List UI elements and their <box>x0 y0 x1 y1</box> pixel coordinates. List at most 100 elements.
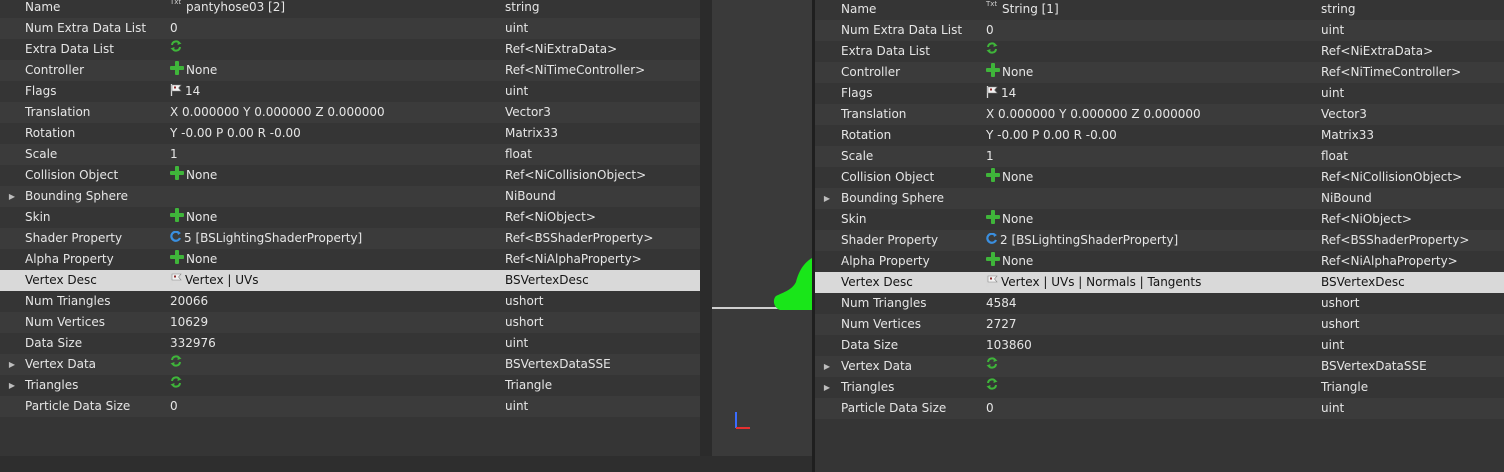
property-row-name[interactable]: Name Txt pantyhose03 [2] string <box>0 0 700 18</box>
property-row-shader-property[interactable]: Shader Property 5 [BSLightingShaderProper… <box>0 228 700 249</box>
property-row-flags[interactable]: Flags 14 uint <box>815 83 1504 104</box>
property-row-triangles[interactable]: ▶ Triangles Triangle <box>0 375 700 396</box>
property-name: Particle Data Size <box>25 399 131 413</box>
property-value[interactable]: 103860 <box>986 335 1032 356</box>
property-value[interactable]: 20066 <box>170 291 208 312</box>
property-row-particle-data-size[interactable]: Particle Data Size 0 uint <box>0 396 700 417</box>
property-row-scale[interactable]: Scale 1 float <box>0 144 700 165</box>
property-row-rotation[interactable]: Rotation Y -0.00 P 0.00 R -0.00 Matrix33 <box>0 123 700 144</box>
property-row-alpha-property[interactable]: Alpha Property None Ref<NiAlphaProperty> <box>815 251 1504 272</box>
property-row-skin[interactable]: Skin None Ref<NiObject> <box>0 207 700 228</box>
property-name: Num Triangles <box>25 294 111 308</box>
property-value[interactable]: Txt pantyhose03 [2] <box>170 0 285 18</box>
property-type: ushort <box>1321 296 1360 310</box>
property-value[interactable]: 0 <box>986 20 994 41</box>
property-value[interactable]: 1 <box>170 144 178 165</box>
property-value[interactable]: X 0.000000 Y 0.000000 Z 0.000000 <box>986 104 1201 125</box>
property-row-num-extra-data-list[interactable]: Num Extra Data List 0 uint <box>815 20 1504 41</box>
property-value[interactable]: 4584 <box>986 293 1017 314</box>
render-viewport[interactable] <box>712 0 812 456</box>
property-row-num-triangles[interactable]: Num Triangles 20066 ushort <box>0 291 700 312</box>
property-row-num-triangles[interactable]: Num Triangles 4584 ushort <box>815 293 1504 314</box>
left-block-details-panel[interactable]: Name Txt pantyhose03 [2] string Num Extra Da… <box>0 0 700 456</box>
property-value[interactable]: Y -0.00 P 0.00 R -0.00 <box>170 123 301 144</box>
property-type: BSVertexDataSSE <box>505 357 611 371</box>
property-value[interactable]: Y -0.00 P 0.00 R -0.00 <box>986 125 1117 146</box>
property-value[interactable]: None <box>170 207 217 228</box>
property-row-particle-data-size[interactable]: Particle Data Size 0 uint <box>815 398 1504 419</box>
property-row-controller[interactable]: Controller None Ref<NiTimeController> <box>0 60 700 81</box>
expand-arrow-icon[interactable]: ▶ <box>8 375 16 396</box>
property-value[interactable] <box>986 356 1000 377</box>
right-block-details-panel[interactable]: Name Txt String [1] string Num Extra Data Li… <box>815 0 1504 472</box>
property-value[interactable]: 5 [BSLightingShaderProperty] <box>170 228 362 249</box>
property-row-extra-data-list[interactable]: Extra Data List Ref<NiExtraData> <box>0 39 700 60</box>
property-value[interactable]: 10629 <box>170 312 208 333</box>
property-row-collision-object[interactable]: Collision Object None Ref<NiCollisionObjec… <box>0 165 700 186</box>
property-row-vertex-data[interactable]: ▶ Vertex Data BSVertexDataSSE <box>0 354 700 375</box>
property-value[interactable] <box>170 39 184 60</box>
expand-arrow-icon[interactable]: ▶ <box>823 356 831 377</box>
property-row-num-extra-data-list[interactable]: Num Extra Data List 0 uint <box>0 18 700 39</box>
property-row-bounding-sphere[interactable]: ▶ Bounding Sphere NiBound <box>815 188 1504 209</box>
property-name: Controller <box>25 63 85 77</box>
property-type: Matrix33 <box>1321 128 1375 142</box>
property-row-shader-property[interactable]: Shader Property 2 [BSLightingShaderProper… <box>815 230 1504 251</box>
property-value[interactable]: None <box>986 167 1033 188</box>
property-value[interactable] <box>986 41 1000 62</box>
property-value[interactable]: None <box>986 209 1033 230</box>
property-type: Ref<NiTimeController> <box>505 63 646 77</box>
property-value[interactable]: Vertex | UVs | Normals | Tangents <box>986 272 1201 293</box>
property-value[interactable]: 14 <box>170 81 200 102</box>
property-row-vertex-desc[interactable]: Vertex Desc Vertex | UVs BSVertexDesc <box>0 270 700 291</box>
property-value[interactable] <box>170 375 184 396</box>
property-row-extra-data-list[interactable]: Extra Data List Ref<NiExtraData> <box>815 41 1504 62</box>
property-row-name[interactable]: Name Txt String [1] string <box>815 0 1504 20</box>
property-value[interactable]: 14 <box>986 83 1016 104</box>
expand-arrow-icon[interactable]: ▶ <box>8 354 16 375</box>
property-row-translation[interactable]: Translation X 0.000000 Y 0.000000 Z 0.000… <box>815 104 1504 125</box>
property-row-scale[interactable]: Scale 1 float <box>815 146 1504 167</box>
refresh-blue-icon <box>170 230 182 243</box>
property-value[interactable] <box>986 377 1000 398</box>
property-row-flags[interactable]: Flags 14 uint <box>0 81 700 102</box>
property-row-triangles[interactable]: ▶ Triangles Triangle <box>815 377 1504 398</box>
property-row-num-vertices[interactable]: Num Vertices 2727 ushort <box>815 314 1504 335</box>
property-value[interactable]: 2727 <box>986 314 1017 335</box>
property-row-vertex-desc[interactable]: Vertex Desc Vertex | UVs | Normals | Tang… <box>815 272 1504 293</box>
property-row-controller[interactable]: Controller None Ref<NiTimeController> <box>815 62 1504 83</box>
property-row-num-vertices[interactable]: Num Vertices 10629 ushort <box>0 312 700 333</box>
property-value[interactable]: 1 <box>986 146 994 167</box>
property-row-vertex-data[interactable]: ▶ Vertex Data BSVertexDataSSE <box>815 356 1504 377</box>
property-value[interactable]: None <box>986 251 1033 272</box>
property-value[interactable]: X 0.000000 Y 0.000000 Z 0.000000 <box>170 102 385 123</box>
property-value[interactable]: None <box>170 165 217 186</box>
expand-arrow-icon[interactable]: ▶ <box>823 377 831 398</box>
property-name: Rotation <box>841 128 892 142</box>
property-row-bounding-sphere[interactable]: ▶ Bounding Sphere NiBound <box>0 186 700 207</box>
property-value[interactable]: 332976 <box>170 333 216 354</box>
property-type: uint <box>1321 338 1345 352</box>
property-row-data-size[interactable]: Data Size 332976 uint <box>0 333 700 354</box>
property-value[interactable]: Txt String [1] <box>986 0 1059 20</box>
property-row-data-size[interactable]: Data Size 103860 uint <box>815 335 1504 356</box>
property-value[interactable]: Vertex | UVs <box>170 270 259 291</box>
property-value[interactable]: None <box>170 60 217 81</box>
property-value[interactable] <box>170 354 184 375</box>
property-row-translation[interactable]: Translation X 0.000000 Y 0.000000 Z 0.000… <box>0 102 700 123</box>
property-value[interactable]: 0 <box>170 396 178 417</box>
plus-icon <box>986 209 1000 224</box>
property-value-text: 0 <box>986 23 994 37</box>
expand-arrow-icon[interactable]: ▶ <box>823 188 831 209</box>
property-row-collision-object[interactable]: Collision Object None Ref<NiCollisionObjec… <box>815 167 1504 188</box>
property-value[interactable]: 0 <box>170 18 178 39</box>
property-value[interactable]: 0 <box>986 398 994 419</box>
property-row-rotation[interactable]: Rotation Y -0.00 P 0.00 R -0.00 Matrix33 <box>815 125 1504 146</box>
property-row-alpha-property[interactable]: Alpha Property None Ref<NiAlphaProperty> <box>0 249 700 270</box>
property-value[interactable]: 2 [BSLightingShaderProperty] <box>986 230 1178 251</box>
property-value-text: 5 [BSLightingShaderProperty] <box>184 231 363 245</box>
property-value[interactable]: None <box>986 62 1033 83</box>
expand-arrow-icon[interactable]: ▶ <box>8 186 16 207</box>
property-value[interactable]: None <box>170 249 217 270</box>
property-row-skin[interactable]: Skin None Ref<NiObject> <box>815 209 1504 230</box>
